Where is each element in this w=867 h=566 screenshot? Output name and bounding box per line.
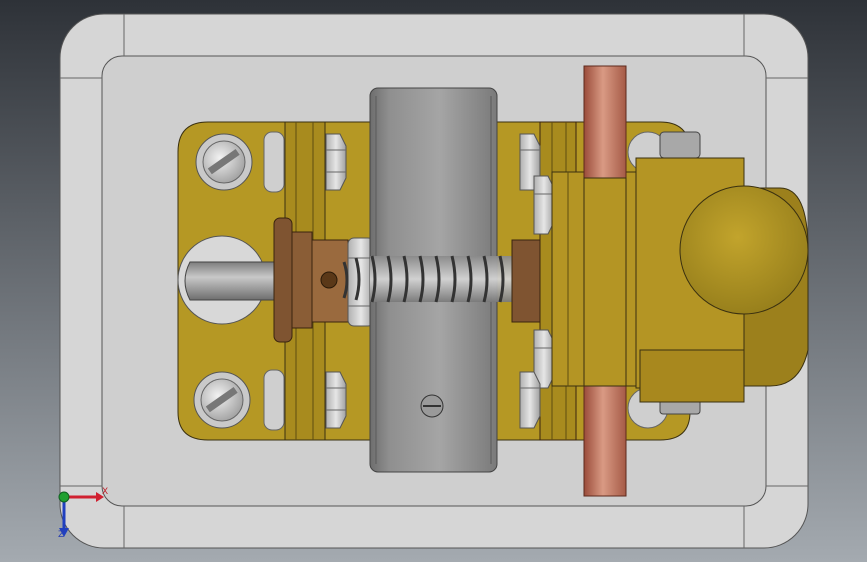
x-axis-label: X [102, 487, 109, 497]
y-axis-dot [58, 491, 70, 503]
hex-nut [519, 371, 541, 429]
hex-nut [325, 371, 347, 429]
actuator-cylinder [679, 185, 809, 315]
copper-rod [583, 65, 627, 497]
slotted-screw [195, 133, 253, 191]
z-axis-label: Z [58, 530, 65, 540]
hex-nut [325, 133, 347, 191]
cad-viewport[interactable]: X Z [0, 0, 867, 562]
slotted-screw [193, 371, 251, 429]
hex-nut [533, 175, 555, 235]
cad-scene [0, 0, 867, 562]
